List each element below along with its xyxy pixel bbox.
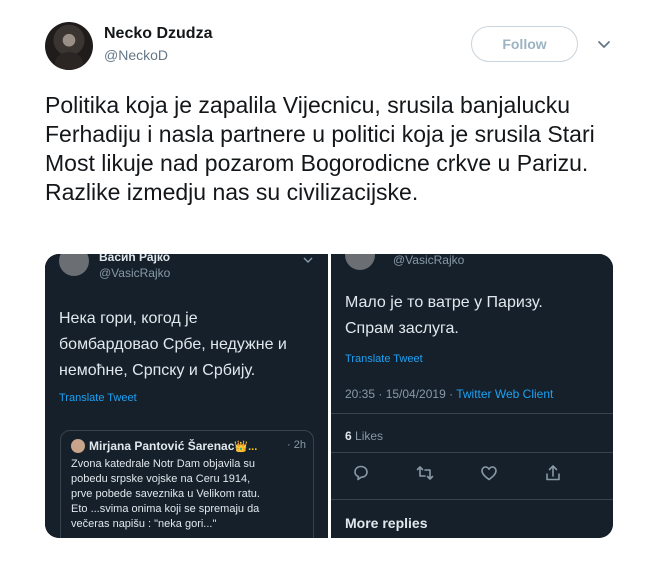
embedded-avatar (345, 254, 375, 270)
quoted-avatar (71, 439, 85, 453)
author-avatar[interactable] (45, 22, 93, 70)
embedded-tweet-text: Мало је то ватре у Паризу. Спрам заслуга… (345, 294, 543, 337)
translate-tweet-link: Translate Tweet (59, 392, 137, 404)
embedded-screenshot-left[interactable]: Васић Рајко @VasicRajko Нека гори, когод… (45, 254, 328, 538)
retweet-icon (416, 466, 434, 480)
chevron-down-icon (303, 257, 313, 263)
share-icon (546, 465, 560, 481)
separator (331, 413, 613, 414)
quoted-time: · 2h (287, 439, 306, 451)
tweet-text: Politika koja je zapalila Vijecnicu, sru… (45, 92, 595, 205)
author-handle[interactable]: @NeckoD (104, 47, 168, 63)
quoted-author-name: Mirjana Pantović Šarenac👑... (89, 439, 258, 453)
embedded-author-handle: @VasicRajko (393, 254, 465, 267)
more-replies-link: More replies (345, 515, 428, 531)
crown-icon: 👑... (234, 441, 258, 453)
separator (331, 452, 613, 453)
embedded-avatar (59, 254, 89, 276)
chevron-down-icon[interactable] (596, 36, 612, 52)
quoted-text: Zvona katedrale Notr Dam objavila su pob… (71, 458, 260, 530)
translate-tweet-link: Translate Tweet (345, 353, 423, 365)
follow-button[interactable]: Follow (471, 26, 578, 62)
reply-icon (354, 465, 368, 481)
embedded-screenshot-right[interactable]: @VasicRajko Мало је то ватре у Паризу. С… (331, 254, 613, 538)
likes-count: 6 Likes (345, 429, 384, 443)
tweet-timestamp: 20:35 · 15/04/2019 · Twitter Web Client (345, 387, 554, 401)
embedded-tweet-text: Нека гори, когод је бомбардовао Србе, не… (59, 310, 287, 379)
separator (331, 499, 613, 500)
heart-icon (481, 466, 497, 481)
embedded-author-handle: @VasicRajko (99, 266, 171, 280)
author-name[interactable]: Necko Dzudza (104, 25, 212, 43)
quoted-tweet: Mirjana Pantović Šarenac👑... · 2h Zvona … (60, 430, 314, 538)
client-link: Twitter Web Client (456, 387, 554, 401)
tweet-media[interactable]: Васић Рајко @VasicRajko Нека гори, когод… (45, 254, 613, 538)
embedded-author-name: Васић Рајко (99, 254, 171, 264)
